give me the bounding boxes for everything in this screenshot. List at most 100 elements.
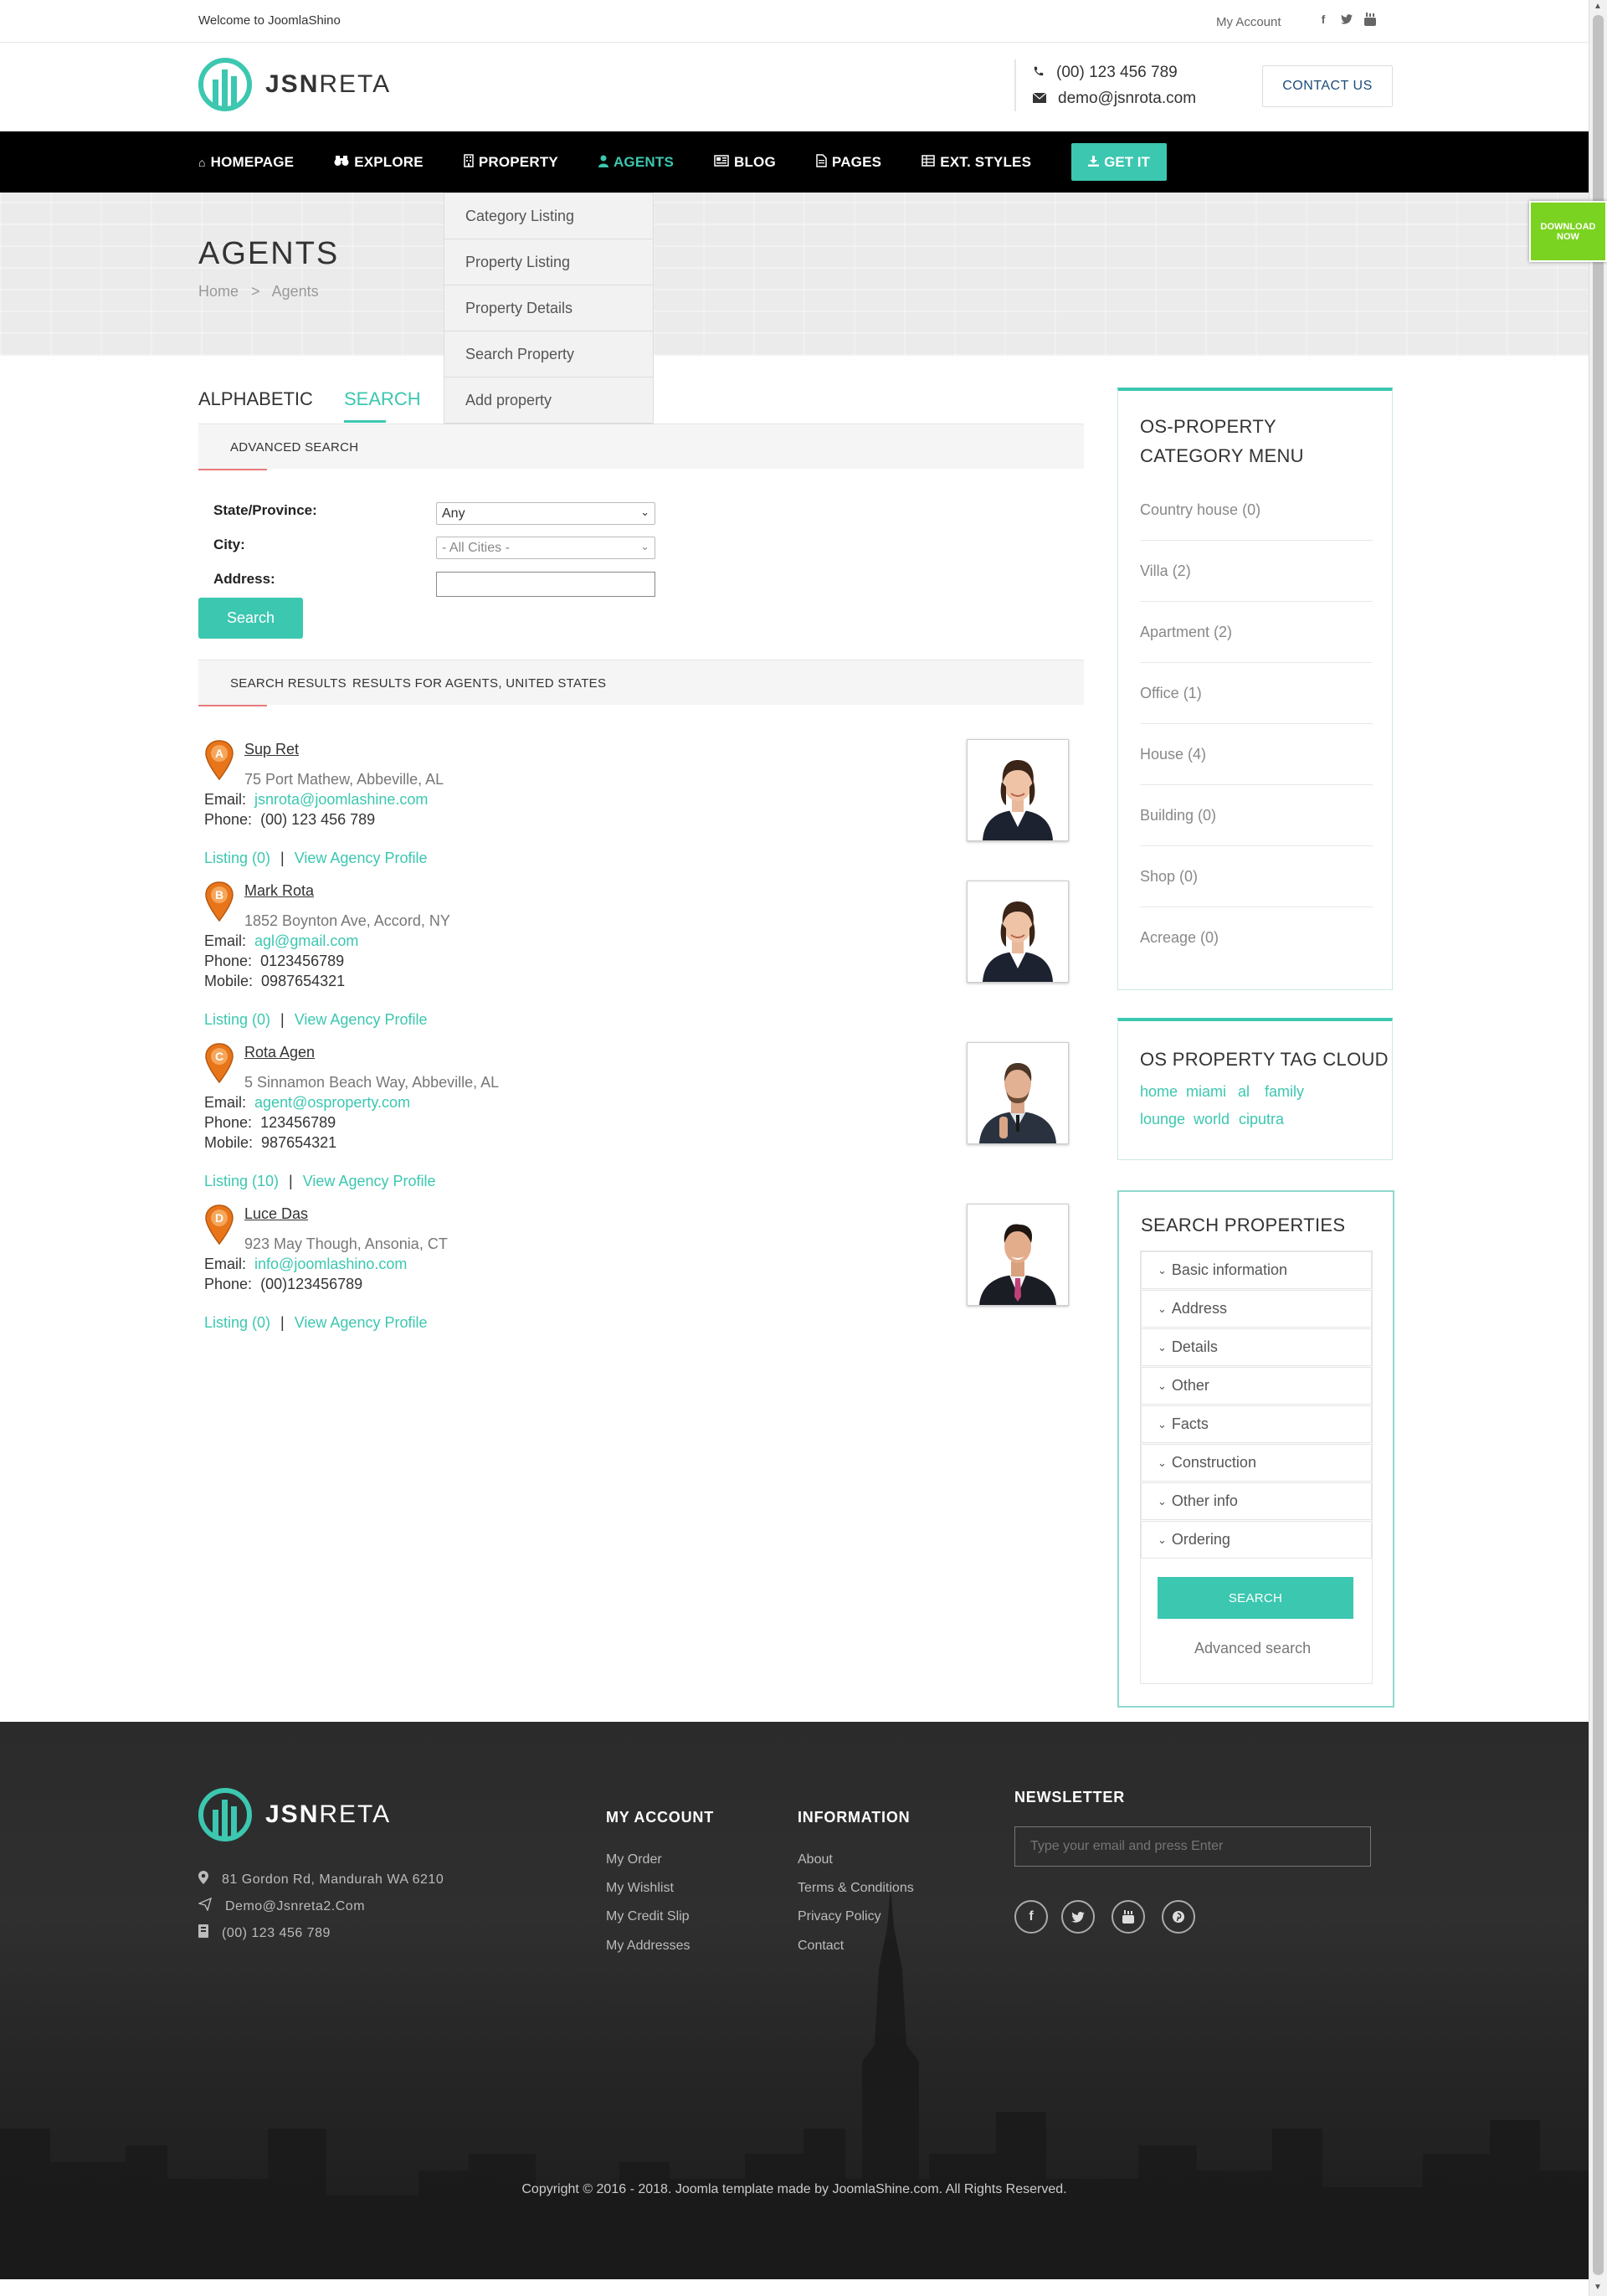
address-input[interactable] (436, 572, 655, 597)
agent-email-link[interactable]: jsnrota@joomlashine.com (254, 791, 428, 808)
category-item[interactable]: House (4) (1140, 724, 1373, 785)
footer-link-my-addresses[interactable]: My Addresses (606, 1939, 690, 1954)
footer-link-my-order[interactable]: My Order (606, 1852, 662, 1867)
nav-ext-styles[interactable]: EXT. STYLES (922, 154, 1031, 171)
agent-photo[interactable] (967, 1204, 1069, 1306)
nav-property[interactable]: PROPERTY (464, 154, 558, 171)
footer-link-contact[interactable]: Contact (798, 1939, 844, 1954)
listing-link[interactable]: Listing (0) (204, 850, 270, 866)
agent-email-link[interactable]: agl@gmail.com (254, 932, 358, 949)
newsletter-heading: NEWSLETTER (1014, 1789, 1125, 1805)
tag-link[interactable]: al (1238, 1083, 1250, 1101)
section-other[interactable]: ⌄ Other (1141, 1367, 1372, 1405)
my-account-link[interactable]: My Account (1216, 15, 1281, 29)
agent-email-link[interactable]: info@joomlashino.com (254, 1256, 407, 1272)
dropdown-item-property-details[interactable]: Property Details (444, 285, 653, 331)
agent-name[interactable]: Luce Das (244, 1205, 308, 1223)
dropdown-item-category-listing[interactable]: Category Listing (444, 193, 653, 239)
category-item[interactable]: Country house (0) (1140, 480, 1373, 541)
agent-email-link[interactable]: agent@osproperty.com (254, 1094, 410, 1111)
top-social-links: f (1317, 12, 1376, 27)
footer-link-my-credit-slip[interactable]: My Credit Slip (606, 1909, 690, 1924)
twitter-icon[interactable] (1061, 1900, 1095, 1934)
dropdown-item-search-property[interactable]: Search Property (444, 331, 653, 378)
tag-link[interactable]: world (1194, 1111, 1230, 1128)
nav-homepage[interactable]: ⌂ HOMEPAGE (198, 154, 294, 171)
view-agency-profile-link[interactable]: View Agency Profile (295, 1314, 428, 1331)
download-now-badge[interactable]: DOWNLOAD NOW (1529, 201, 1607, 262)
file-icon (816, 154, 827, 170)
agent-photo[interactable] (967, 739, 1069, 841)
tag-link[interactable]: ciputra (1239, 1111, 1284, 1128)
agent-card: D Luce Das 923 May Though, Ansonia, CT E… (198, 1204, 1086, 1346)
nav-agents[interactable]: AGENTS (598, 154, 674, 171)
scrollbar-thumb[interactable] (1593, 15, 1604, 2275)
agent-email-row: Email: agl@gmail.com (204, 932, 359, 949)
nav-pages[interactable]: PAGES (816, 154, 881, 171)
contact-us-button[interactable]: CONTACT US (1262, 65, 1393, 107)
nav-blog[interactable]: BLOG (714, 154, 776, 171)
newsletter-email-input[interactable] (1014, 1826, 1371, 1867)
view-agency-profile-link[interactable]: View Agency Profile (295, 850, 428, 866)
facebook-icon[interactable]: f (1014, 1900, 1048, 1934)
logo-mark-icon (198, 1788, 252, 1841)
state-select[interactable]: Any ⌄ (436, 502, 655, 525)
nav-explore[interactable]: EXPLORE (334, 154, 424, 171)
search-button[interactable]: Search (198, 598, 303, 639)
section-construction[interactable]: ⌄ Construction (1141, 1444, 1372, 1482)
city-select[interactable]: - All Cities - ⌄ (436, 537, 655, 559)
dropdown-item-add-property[interactable]: Add property (444, 378, 653, 424)
category-item[interactable]: Apartment (2) (1140, 602, 1373, 663)
agent-photo[interactable] (967, 1042, 1069, 1144)
section-other-info[interactable]: ⌄ Other info (1141, 1482, 1372, 1520)
category-item[interactable]: Shop (0) (1140, 846, 1373, 907)
breadcrumb-home[interactable]: Home (198, 283, 239, 300)
tag-link[interactable]: family (1265, 1083, 1304, 1101)
tab-alphabetic[interactable]: ALPHABETIC (198, 388, 313, 410)
agent-photo[interactable] (967, 881, 1069, 983)
agent-name[interactable]: Rota Agen (244, 1044, 315, 1061)
listing-link[interactable]: Listing (0) (204, 1011, 270, 1028)
agent-name[interactable]: Mark Rota (244, 882, 314, 900)
dropdown-item-property-listing[interactable]: Property Listing (444, 239, 653, 285)
get-it-button[interactable]: GET IT (1071, 143, 1167, 181)
category-item[interactable]: Villa (2) (1140, 541, 1373, 602)
scroll-up-arrow-icon[interactable]: ▲ (1594, 2, 1602, 11)
facebook-icon[interactable]: f (1317, 12, 1329, 27)
logo-text: JSNRETA (265, 1800, 392, 1828)
page-title: AGENTS (198, 236, 340, 271)
section-address[interactable]: ⌄ Address (1141, 1290, 1372, 1328)
category-item[interactable]: Acreage (0) (1140, 907, 1373, 968)
section-details[interactable]: ⌄ Details (1141, 1328, 1372, 1366)
footer-link-about[interactable]: About (798, 1852, 833, 1867)
listing-link[interactable]: Listing (0) (204, 1314, 270, 1331)
sidebar-search-button[interactable]: SEARCH (1158, 1577, 1353, 1619)
advanced-search-link[interactable]: Advanced search (1194, 1640, 1311, 1657)
listing-link[interactable]: Listing (10) (204, 1173, 279, 1189)
category-item[interactable]: Office (1) (1140, 663, 1373, 724)
twitter-icon[interactable] (1341, 12, 1353, 27)
view-agency-profile-link[interactable]: View Agency Profile (303, 1173, 436, 1189)
footer-logo[interactable]: JSNRETA (198, 1788, 391, 1841)
view-agency-profile-link[interactable]: View Agency Profile (295, 1011, 428, 1028)
section-ordering[interactable]: ⌄ Ordering (1141, 1521, 1372, 1559)
youtube-icon[interactable] (1364, 12, 1376, 27)
agent-name[interactable]: Sup Ret (244, 741, 299, 758)
youtube-icon[interactable] (1112, 1900, 1145, 1934)
footer-link-terms[interactable]: Terms & Conditions (798, 1881, 914, 1896)
tag-link[interactable]: miami (1186, 1083, 1226, 1101)
tag-link[interactable]: home (1140, 1083, 1178, 1101)
information-heading: INFORMATION (798, 1809, 911, 1826)
section-facts[interactable]: ⌄ Facts (1141, 1405, 1372, 1443)
tab-search[interactable]: SEARCH (344, 388, 421, 410)
section-basic-information[interactable]: ⌄ Basic information (1141, 1251, 1372, 1289)
scroll-down-arrow-icon[interactable]: ▼ (1594, 2283, 1602, 2292)
tag-cloud-title: OS PROPERTY TAG CLOUD (1140, 1049, 1389, 1070)
site-logo[interactable]: JSNRETA (198, 58, 391, 111)
footer-link-my-wishlist[interactable]: My Wishlist (606, 1881, 674, 1896)
vertical-scrollbar[interactable]: ▲ ▼ (1589, 0, 1607, 2296)
tag-link[interactable]: lounge (1140, 1111, 1185, 1128)
footer-link-privacy[interactable]: Privacy Policy (798, 1909, 881, 1924)
pinterest-icon[interactable] (1162, 1900, 1195, 1934)
category-item[interactable]: Building (0) (1140, 785, 1373, 846)
